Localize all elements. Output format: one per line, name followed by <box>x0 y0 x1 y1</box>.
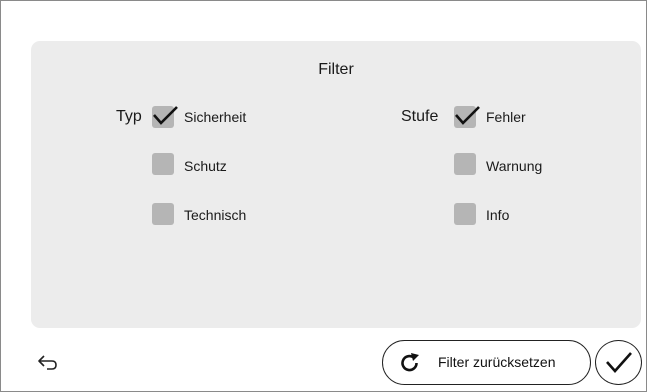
reset-filter-label: Filter zurücksetzen <box>438 354 556 370</box>
option-label-warnung: Warnung <box>486 158 543 174</box>
checkmark-icon <box>153 106 178 125</box>
confirm-button[interactable] <box>595 340 642 385</box>
back-button[interactable] <box>37 353 59 373</box>
checkbox-warnung[interactable] <box>454 153 476 175</box>
level-group-label: Stufe <box>401 108 439 125</box>
filter-title: Filter <box>318 61 354 78</box>
option-label-fehler: Fehler <box>486 109 526 125</box>
type-group-label: Typ <box>116 108 142 125</box>
checkbox-technisch[interactable] <box>152 203 174 225</box>
checkbox-sicherheit[interactable] <box>152 106 178 128</box>
checkmark-icon <box>606 352 632 373</box>
reset-filter-button[interactable]: Filter zurücksetzen <box>382 340 591 385</box>
checkbox-info[interactable] <box>454 203 476 225</box>
refresh-icon <box>401 353 419 372</box>
option-label-info: Info <box>486 207 510 223</box>
back-arrow-icon <box>38 355 57 370</box>
option-label-technisch: Technisch <box>184 207 247 223</box>
checkmark-icon <box>455 106 480 125</box>
option-label-sicherheit: Sicherheit <box>184 109 247 125</box>
option-label-schutz: Schutz <box>184 158 227 174</box>
checkbox-schutz[interactable] <box>152 153 174 175</box>
filter-panel: Filter Typ Sicherheit Schutz Technisch S… <box>31 41 641 328</box>
checkbox-fehler[interactable] <box>454 106 480 128</box>
